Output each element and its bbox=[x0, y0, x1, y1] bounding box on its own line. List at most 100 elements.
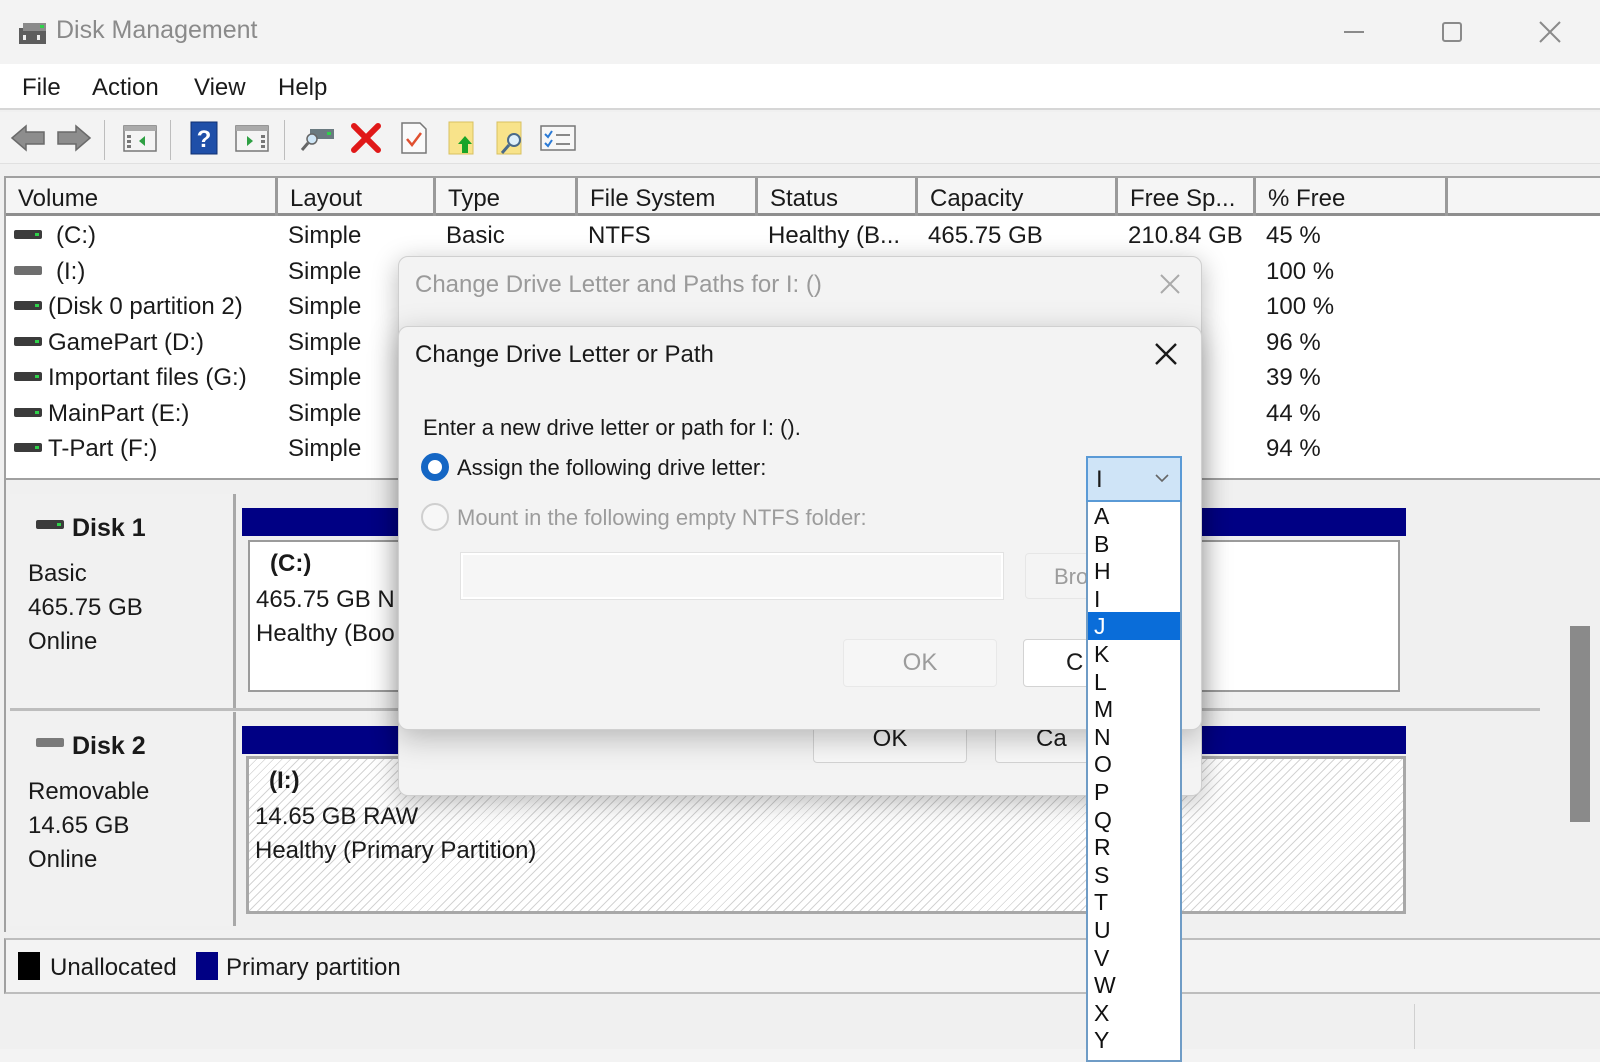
help-icon: ? bbox=[190, 121, 218, 155]
folder-up-button[interactable] bbox=[444, 120, 480, 156]
dialog-title: Change Drive Letter or Path bbox=[415, 341, 714, 368]
close-window-button[interactable] bbox=[1530, 14, 1570, 50]
drive-letter-option[interactable]: X bbox=[1088, 999, 1180, 1027]
partition-status: Healthy (Boo bbox=[256, 620, 395, 647]
column-header-status[interactable]: Status bbox=[758, 178, 918, 216]
column-header-free-space[interactable]: Free Sp... bbox=[1118, 178, 1256, 216]
properties-button[interactable] bbox=[396, 120, 432, 156]
drive-letter-option[interactable]: M bbox=[1088, 695, 1180, 723]
column-header-layout[interactable]: Layout bbox=[278, 178, 436, 216]
drive-letter-option[interactable]: J bbox=[1088, 612, 1180, 640]
drive-letter-option[interactable]: H bbox=[1088, 557, 1180, 585]
disk-1-label[interactable]: Disk 1 Basic 465.75 GB Online bbox=[10, 494, 236, 708]
assign-letter-label[interactable]: Assign the following drive letter: bbox=[457, 455, 766, 481]
ok-button[interactable]: OK bbox=[843, 639, 997, 687]
minimize-button[interactable] bbox=[1334, 14, 1374, 50]
disk-2-label[interactable]: Disk 2 Removable 14.65 GB Online bbox=[10, 712, 236, 926]
drive-icon bbox=[14, 407, 42, 417]
minimize-icon bbox=[1344, 31, 1364, 33]
drive-letter-option[interactable]: B bbox=[1088, 530, 1180, 558]
folder-up-icon bbox=[448, 121, 474, 155]
folder-search-icon bbox=[496, 121, 522, 155]
back-button[interactable] bbox=[10, 120, 46, 156]
column-header-percent-free[interactable]: % Free bbox=[1256, 178, 1448, 216]
drive-letter-option[interactable]: U bbox=[1088, 916, 1180, 944]
column-header-file-system[interactable]: File System bbox=[578, 178, 758, 216]
toolbar: ? bbox=[0, 112, 1600, 164]
drive-letter-option[interactable]: L bbox=[1088, 668, 1180, 696]
menu-file[interactable]: File bbox=[22, 74, 61, 102]
show-hide-console-tree-icon bbox=[123, 125, 157, 152]
volume-name: (C:) bbox=[56, 222, 96, 249]
disk-status: Online bbox=[28, 846, 98, 873]
close-icon bbox=[1160, 274, 1180, 294]
menu-action[interactable]: Action bbox=[92, 74, 159, 102]
drive-letter-option[interactable]: A bbox=[1088, 502, 1180, 530]
check-properties-icon bbox=[401, 122, 427, 154]
drive-letter-option[interactable]: P bbox=[1088, 778, 1180, 806]
disk-type: Removable bbox=[28, 778, 150, 805]
volume-list-header: Volume Layout Type File System Status Ca… bbox=[6, 178, 1600, 216]
drive-letter-option[interactable]: O bbox=[1088, 750, 1180, 778]
folder-path-input[interactable] bbox=[460, 552, 1004, 600]
checklist-button[interactable] bbox=[540, 120, 576, 156]
dialog-prompt: Enter a new drive letter or path for I: … bbox=[423, 415, 801, 440]
dialog-close-button[interactable] bbox=[1155, 269, 1189, 303]
drive-letter-dropdown-list: ABHIJKLMNOPQRSTUVWXY bbox=[1086, 502, 1182, 1062]
show-hide-action-pane-icon bbox=[235, 125, 269, 152]
drive-letter-option[interactable]: N bbox=[1088, 723, 1180, 751]
volume-row[interactable]: (C:) Simple Basic NTFS Healthy (B... 465.75 G… bbox=[6, 218, 1566, 254]
volume-name: GamePart (D:) bbox=[48, 328, 205, 356]
maximize-button[interactable] bbox=[1432, 14, 1472, 50]
delete-button[interactable] bbox=[348, 120, 384, 156]
folder-search-button[interactable] bbox=[492, 120, 528, 156]
disk-size: 465.75 GB bbox=[28, 594, 143, 621]
help-button[interactable]: ? bbox=[186, 120, 222, 156]
drive-icon bbox=[14, 301, 42, 310]
status-bar-separator bbox=[1414, 1004, 1415, 1049]
column-header-capacity[interactable]: Capacity bbox=[918, 178, 1118, 216]
drive-letter-option[interactable]: I bbox=[1088, 585, 1180, 613]
chevron-down-icon bbox=[1155, 474, 1169, 483]
forward-button[interactable] bbox=[56, 120, 92, 156]
volume-layout: Simple bbox=[288, 293, 362, 320]
volume-free-space: 210.84 GB bbox=[1128, 222, 1243, 249]
volume-percent-free: 45 % bbox=[1266, 222, 1321, 249]
drive-letter-option[interactable]: Y bbox=[1088, 1026, 1180, 1054]
volume-layout: Simple bbox=[288, 328, 362, 356]
vertical-scrollbar-thumb[interactable] bbox=[1570, 626, 1590, 822]
mount-folder-label[interactable]: Mount in the following empty NTFS folder… bbox=[457, 505, 867, 531]
drive-letter-option[interactable]: K bbox=[1088, 640, 1180, 668]
drive-letter-option[interactable]: T bbox=[1088, 888, 1180, 916]
column-header-volume[interactable]: Volume bbox=[6, 178, 278, 216]
drive-letter-option[interactable]: W bbox=[1088, 971, 1180, 999]
dialog-title: Change Drive Letter and Paths for I: () bbox=[415, 271, 822, 298]
menu-view[interactable]: View bbox=[194, 74, 246, 102]
svg-text:?: ? bbox=[197, 126, 212, 153]
drive-letter-option[interactable]: S bbox=[1088, 861, 1180, 889]
drive-icon bbox=[14, 230, 42, 239]
status-bar bbox=[0, 996, 1600, 1049]
volume-name: T-Part (F:) bbox=[48, 435, 158, 462]
drive-letter-option[interactable]: Q bbox=[1088, 806, 1180, 834]
mount-folder-radio[interactable] bbox=[421, 503, 449, 531]
drive-letter-option[interactable]: R bbox=[1088, 833, 1180, 861]
menu-help[interactable]: Help bbox=[278, 74, 327, 102]
drive-letter-value: I bbox=[1096, 466, 1103, 493]
forward-arrow-icon bbox=[57, 124, 92, 152]
toolbar-separator bbox=[104, 120, 105, 160]
assign-letter-radio[interactable] bbox=[421, 453, 449, 481]
drive-letter-combobox[interactable]: I bbox=[1086, 456, 1182, 502]
disk-status: Online bbox=[28, 628, 98, 655]
volume-name: Important files (G:) bbox=[48, 364, 247, 391]
show-hide-action-pane-button[interactable] bbox=[234, 120, 270, 156]
column-header-type[interactable]: Type bbox=[436, 178, 578, 216]
drive-letter-option[interactable]: V bbox=[1088, 944, 1180, 972]
connect-drive-button[interactable] bbox=[300, 120, 336, 156]
dialog-close-button[interactable] bbox=[1151, 339, 1185, 373]
legend-swatch-unallocated bbox=[18, 952, 40, 980]
disk-icon bbox=[36, 520, 64, 529]
show-hide-console-tree-button[interactable] bbox=[122, 120, 158, 156]
volume-percent-free: 44 % bbox=[1266, 399, 1321, 427]
disk-management-app-icon bbox=[19, 23, 46, 44]
